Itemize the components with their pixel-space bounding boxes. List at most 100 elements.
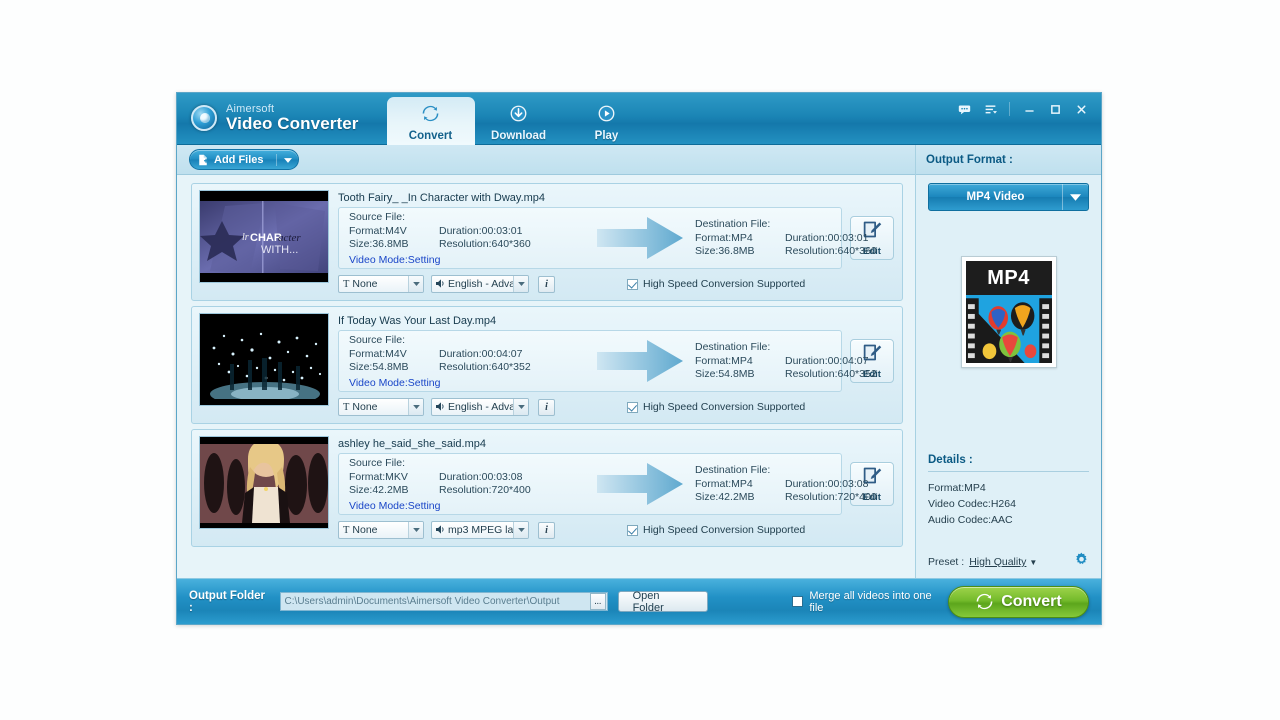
chevron-down-icon[interactable] (513, 276, 528, 292)
file-row[interactable]: lr CHAR acter WITH... Tooth Fairy_ _In C… (191, 183, 903, 301)
merge-videos-option[interactable]: Merge all videos into one file (792, 590, 947, 614)
subtitle-T-icon: T (343, 525, 350, 536)
add-files-button[interactable]: Add Files (189, 149, 299, 170)
file-row[interactable]: ashley he_said_she_said.mp4 Source File:… (191, 429, 903, 547)
merge-checkbox[interactable] (792, 596, 804, 607)
window-controls-divider (1009, 102, 1010, 116)
dest-size-row: Size:54.8MB Resolution:640*352 (695, 368, 910, 381)
audio-track-select[interactable]: mp3 MPEG lay... (431, 521, 529, 539)
file-name: Tooth Fairy_ _In Character with Dway.mp4 (338, 192, 546, 204)
feedback-icon[interactable] (952, 100, 976, 118)
chevron-down-icon[interactable] (513, 522, 528, 538)
dest-format-row: Format:MP4 Duration:00:03:08 (695, 478, 910, 491)
video-thumbnail[interactable] (199, 313, 329, 406)
file-name: ashley he_said_she_said.mp4 (338, 438, 486, 450)
chevron-down-icon[interactable] (513, 399, 528, 415)
chevron-down-icon[interactable] (275, 153, 292, 166)
destination-file-block: Destination File: Format:MP4 Duration:00… (695, 218, 910, 258)
source-resolution: Resolution:720*400 (439, 483, 531, 496)
chevron-down-icon[interactable] (408, 276, 423, 292)
convert-label: Convert (1001, 592, 1062, 610)
chevron-down-icon[interactable] (1062, 184, 1088, 210)
high-speed-checkbox[interactable] (627, 524, 638, 536)
audio-value: English - Adva... (432, 278, 513, 290)
info-button[interactable]: i (538, 275, 555, 293)
chevron-down-icon[interactable]: ▼ (1029, 558, 1037, 567)
video-mode-link[interactable]: Video Mode:Setting (349, 377, 585, 389)
dest-format-row: Format:MP4 Duration:00:04:07 (695, 355, 910, 368)
file-controls: T None (338, 273, 894, 295)
conversion-arrow-icon (585, 215, 695, 261)
tab-play-label: Play (594, 129, 619, 142)
file-row[interactable]: If Today Was Your Last Day.mp4 Source Fi… (191, 306, 903, 424)
menu-icon[interactable] (978, 100, 1002, 118)
source-format-row: Format:M4V Duration:00:04:07 (349, 348, 585, 361)
close-button[interactable] (1069, 100, 1093, 118)
high-speed-label: High Speed Conversion Supported (643, 278, 806, 290)
details-divider (928, 471, 1089, 472)
subtitle-select[interactable]: T None (338, 398, 424, 416)
info-button[interactable]: i (538, 521, 555, 539)
high-speed-status: High Speed Conversion Supported (627, 524, 805, 536)
source-size: Size:42.2MB (349, 483, 409, 496)
high-speed-label: High Speed Conversion Supported (643, 524, 806, 536)
chevron-down-icon[interactable] (408, 399, 423, 415)
file-list: lr CHAR acter WITH... Tooth Fairy_ _In C… (177, 175, 915, 578)
output-folder-field[interactable]: C:\Users\admin\Documents\Aimersoft Video… (279, 592, 608, 611)
video-mode-link[interactable]: Video Mode:Setting (349, 254, 585, 266)
source-file-block: Source File: Format:M4V Duration:00:04:0… (345, 334, 585, 389)
subtitle-select[interactable]: T None (338, 275, 424, 293)
video-mode-link[interactable]: Video Mode:Setting (349, 500, 585, 512)
tab-download[interactable]: Download (475, 100, 563, 145)
add-file-icon (197, 154, 209, 166)
format-preview-image: MP4 (965, 261, 1052, 363)
conversion-info: Source File: Format:MKV Duration:00:03:0… (338, 453, 894, 515)
output-format-select[interactable]: MP4 Video (928, 183, 1089, 211)
dest-format: Format:MP4 (695, 232, 753, 244)
minimize-button[interactable] (1017, 100, 1041, 118)
title-bar: Aimersoft Video Converter Convert Downlo… (177, 93, 1101, 145)
destination-title: Destination File: (695, 341, 771, 353)
convert-button[interactable]: Convert (947, 585, 1089, 618)
file-controls: T None (338, 396, 894, 418)
source-size: Size:36.8MB (349, 237, 409, 250)
tab-play[interactable]: Play (563, 100, 651, 145)
details-title: Details : (928, 454, 973, 466)
dest-resolution: Resolution:720*400 (785, 491, 877, 503)
video-thumbnail[interactable] (199, 436, 329, 529)
svg-text:acter: acter (278, 232, 301, 244)
main-tabs: Convert Download Play (386, 93, 651, 145)
details-section: Details : Format:MP4 Video Codec:H264 Au… (928, 454, 1089, 572)
conversion-arrow-icon (585, 461, 695, 507)
subtitle-select[interactable]: T None (338, 521, 424, 539)
output-panel: MP4 Video MP4 Details: Format:MP4 Video… (915, 175, 1101, 578)
source-duration: Duration:00:03:08 (439, 470, 523, 483)
source-duration: Duration:00:04:07 (439, 347, 523, 360)
source-resolution: Resolution:640*360 (439, 237, 531, 250)
gear-icon[interactable] (1074, 552, 1089, 572)
file-details: Tooth Fairy_ _In Character with Dway.mp4… (338, 190, 894, 295)
browse-button[interactable]: ... (589, 593, 606, 610)
conversion-arrow-icon (585, 338, 695, 384)
preset-value[interactable]: High Quality (969, 556, 1026, 568)
chevron-down-icon[interactable] (408, 522, 423, 538)
dest-format-row: Format:MP4 Duration:00:03:01 (695, 232, 910, 245)
audio-track-select[interactable]: English - Adva... (431, 275, 529, 293)
high-speed-status: High Speed Conversion Supported (627, 401, 805, 413)
conversion-info: Source File: Format:M4V Duration:00:03:0… (338, 207, 894, 269)
dest-format: Format:MP4 (695, 355, 753, 367)
dest-duration: Duration:00:04:07 (785, 355, 869, 367)
open-folder-button[interactable]: Open Folder (617, 590, 709, 614)
detail-format: Format:MP4 (928, 482, 986, 494)
video-thumbnail[interactable]: lr CHAR acter WITH... (199, 190, 329, 283)
info-button[interactable]: i (538, 398, 555, 416)
window-controls (952, 100, 1093, 118)
source-title: Source File: (349, 456, 406, 469)
high-speed-checkbox[interactable] (627, 278, 638, 290)
maximize-button[interactable] (1043, 100, 1067, 118)
source-format: Format:M4V (349, 347, 407, 360)
high-speed-checkbox[interactable] (627, 401, 638, 413)
audio-track-select[interactable]: English - Adva... (431, 398, 529, 416)
source-duration: Duration:00:03:01 (439, 224, 523, 237)
tab-convert[interactable]: Convert (386, 96, 475, 145)
